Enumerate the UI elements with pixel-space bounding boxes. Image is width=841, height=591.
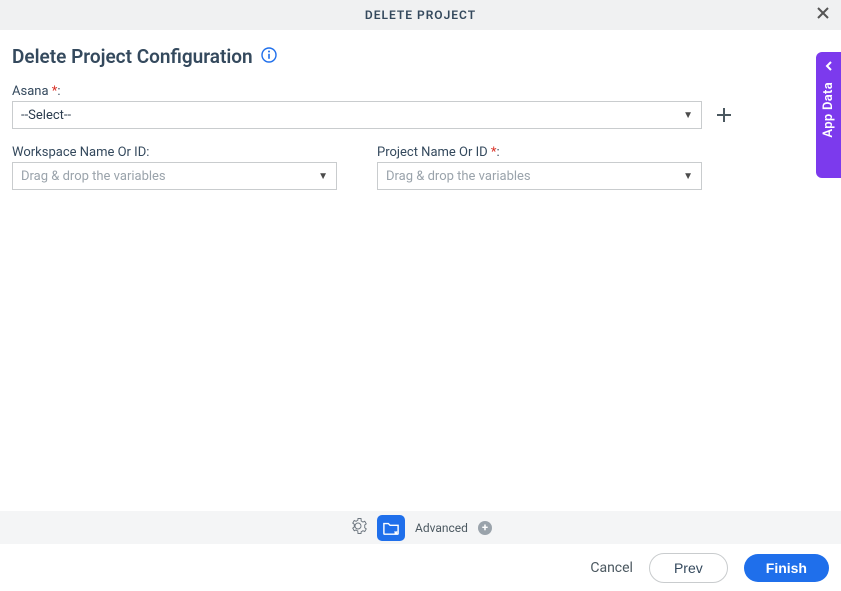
modal-title: DELETE PROJECT [365,8,476,22]
project-input[interactable]: Drag & drop the variables ▼ [377,162,702,190]
asana-selected-value: --Select-- [21,108,71,123]
project-placeholder: Drag & drop the variables [386,169,531,184]
chevron-down-icon: ▼ [683,171,693,182]
workspace-input[interactable]: Drag & drop the variables ▼ [12,162,337,190]
footer-buttons: Cancel Prev Finish [590,553,829,583]
app-data-tab[interactable]: App Data [816,52,841,178]
modal-header: DELETE PROJECT [0,0,841,30]
gear-icon[interactable] [349,517,367,539]
workspace-label: Workspace Name Or ID: [12,145,337,160]
close-icon[interactable] [815,5,831,25]
asana-label: Asana *: [12,84,829,99]
project-label: Project Name Or ID *: [377,145,702,160]
finish-button[interactable]: Finish [744,554,829,582]
prev-button[interactable]: Prev [649,553,728,583]
plus-circle-icon[interactable]: + [478,521,492,535]
cancel-button[interactable]: Cancel [590,560,633,576]
add-icon[interactable] [714,105,734,125]
workspace-placeholder: Drag & drop the variables [21,169,166,184]
chevron-down-icon: ▼ [683,110,693,121]
info-icon[interactable] [261,47,277,67]
chevron-left-icon [823,60,835,72]
advanced-label[interactable]: Advanced [415,521,468,535]
chevron-down-icon: ▼ [318,171,328,182]
asana-select[interactable]: --Select-- ▼ [12,101,702,129]
advanced-bar: Advanced + [0,511,841,544]
content-area: Delete Project Configuration Asana *: --… [0,30,841,205]
folder-remove-icon[interactable] [377,515,405,541]
app-data-label: App Data [821,82,836,138]
page-title: Delete Project Configuration [12,45,253,68]
